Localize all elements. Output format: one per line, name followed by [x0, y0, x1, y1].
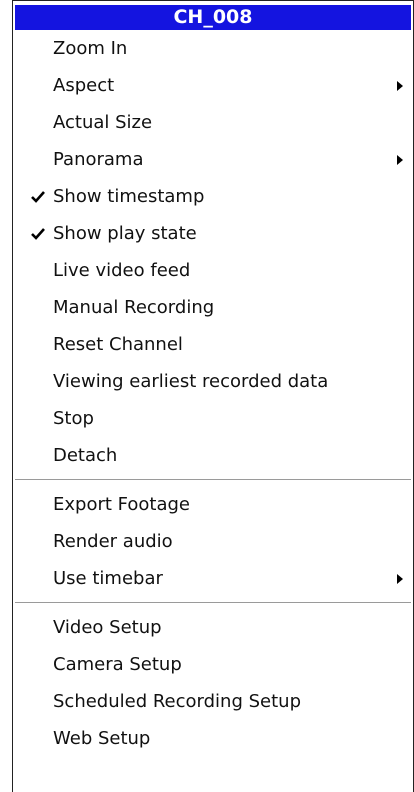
submenu-arrow-icon: [397, 141, 403, 178]
menu-separator: [15, 597, 411, 609]
menu-item-label: Web Setup: [53, 728, 151, 749]
menu-item-manual-recording[interactable]: Manual Recording: [15, 289, 411, 326]
menu-item-label: Use timebar: [53, 568, 163, 589]
menu-item-aspect[interactable]: Aspect: [15, 67, 411, 104]
menu-item-label: Reset Channel: [53, 334, 183, 355]
menu-item-label: Stop: [53, 408, 94, 429]
menu-item-live-video-feed[interactable]: Live video feed: [15, 252, 411, 289]
submenu-arrow-icon: [397, 560, 403, 597]
menu-item-stop[interactable]: Stop: [15, 400, 411, 437]
menu-item-label: Video Setup: [53, 617, 162, 638]
menu-item-web-setup[interactable]: Web Setup: [15, 720, 411, 757]
menu-item-label: Aspect: [53, 75, 115, 96]
menu-item-label: Show timestamp: [53, 186, 205, 207]
menu-item-export-footage[interactable]: Export Footage: [15, 486, 411, 523]
menu-title: CH_008: [15, 5, 411, 30]
checkmark-icon: [29, 178, 47, 215]
menu-item-label: Actual Size: [53, 112, 153, 133]
menu-item-label: Detach: [53, 445, 118, 466]
menu-item-label: Render audio: [53, 531, 173, 552]
menu-item-label: Zoom In: [53, 38, 128, 59]
submenu-arrow-icon: [397, 67, 403, 104]
menu-item-show-play-state[interactable]: Show play state: [15, 215, 411, 252]
menu-item-label: Scheduled Recording Setup: [53, 691, 302, 712]
checkmark-icon: [29, 215, 47, 252]
menu-item-actual-size[interactable]: Actual Size: [15, 104, 411, 141]
menu-item-panorama[interactable]: Panorama: [15, 141, 411, 178]
menu-item-video-setup[interactable]: Video Setup: [15, 609, 411, 646]
menu-item-detach[interactable]: Detach: [15, 437, 411, 474]
menu-item-show-timestamp[interactable]: Show timestamp: [15, 178, 411, 215]
menu-item-render-audio[interactable]: Render audio: [15, 523, 411, 560]
menu-separator: [15, 474, 411, 486]
menu-item-viewing-earliest-recorded-data[interactable]: Viewing earliest recorded data: [15, 363, 411, 400]
menu-item-label: Show play state: [53, 223, 197, 244]
menu-item-use-timebar[interactable]: Use timebar: [15, 560, 411, 597]
menu-item-zoom-in[interactable]: Zoom In: [15, 30, 411, 67]
menu-item-label: Export Footage: [53, 494, 190, 515]
menu-item-label: Viewing earliest recorded data: [53, 371, 329, 392]
menu-item-reset-channel[interactable]: Reset Channel: [15, 326, 411, 363]
menu-item-scheduled-recording-setup[interactable]: Scheduled Recording Setup: [15, 683, 411, 720]
menu-item-label: Panorama: [53, 149, 144, 170]
context-menu: CH_008 Zoom In Aspect Actual Size Panora…: [12, 0, 414, 792]
menu-item-label: Camera Setup: [53, 654, 182, 675]
menu-item-label: Manual Recording: [53, 297, 215, 318]
menu-item-label: Live video feed: [53, 260, 191, 281]
menu-item-camera-setup[interactable]: Camera Setup: [15, 646, 411, 683]
